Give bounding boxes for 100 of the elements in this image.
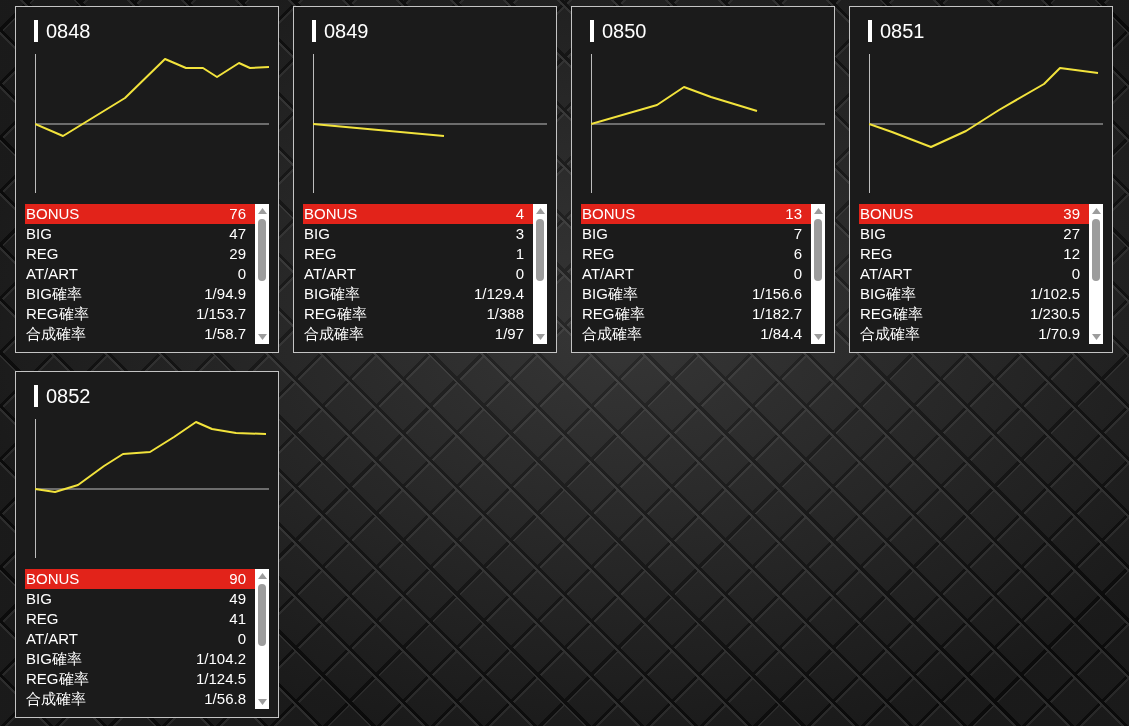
stat-row[interactable]: REG確率 1/182.7 bbox=[581, 304, 811, 324]
stat-label: REG bbox=[25, 244, 59, 264]
stat-row[interactable]: REG確率 1/153.7 bbox=[25, 304, 255, 324]
scrollbar-thumb[interactable] bbox=[536, 219, 544, 281]
card-title: 0851 bbox=[880, 20, 925, 42]
scrollbar-thumb[interactable] bbox=[1092, 219, 1100, 281]
stat-value: 1/58.7 bbox=[204, 324, 247, 344]
scrollbar[interactable] bbox=[1089, 204, 1103, 344]
stat-value: 1/84.4 bbox=[760, 324, 803, 344]
stat-label: 合成確率 bbox=[859, 324, 920, 344]
stat-row[interactable]: REG 12 bbox=[859, 244, 1089, 264]
stat-row[interactable]: BIG確率 1/94.9 bbox=[25, 284, 255, 304]
stat-row[interactable]: BIG 27 bbox=[859, 224, 1089, 244]
scroll-down-icon[interactable] bbox=[535, 334, 545, 340]
stat-label: AT/ART bbox=[25, 264, 78, 284]
stat-label: 合成確率 bbox=[25, 324, 86, 344]
scroll-down-icon[interactable] bbox=[813, 334, 823, 340]
stat-row[interactable]: BONUS 13 bbox=[581, 204, 811, 224]
scroll-down-icon[interactable] bbox=[257, 334, 267, 340]
stat-row[interactable]: BIG 7 bbox=[581, 224, 811, 244]
stat-value: 0 bbox=[237, 264, 247, 284]
stat-value: 1/56.8 bbox=[204, 689, 247, 709]
stat-value: 1/153.7 bbox=[195, 304, 247, 324]
stat-row[interactable]: BIG確率 1/104.2 bbox=[25, 649, 255, 669]
stat-value: 13 bbox=[785, 204, 803, 224]
stat-row[interactable]: REG 29 bbox=[25, 244, 255, 264]
scroll-down-icon[interactable] bbox=[257, 699, 267, 705]
stat-row[interactable]: BONUS 90 bbox=[25, 569, 255, 589]
stat-row[interactable]: BIG 3 bbox=[303, 224, 533, 244]
stat-row[interactable]: AT/ART 0 bbox=[859, 264, 1089, 284]
stat-row[interactable]: REG確率 1/230.5 bbox=[859, 304, 1089, 324]
stat-value: 0 bbox=[793, 264, 803, 284]
stat-value: 1/182.7 bbox=[751, 304, 803, 324]
stat-row[interactable]: BIG確率 1/129.4 bbox=[303, 284, 533, 304]
stat-row[interactable]: BIG 49 bbox=[25, 589, 255, 609]
stat-label: REG確率 bbox=[581, 304, 645, 324]
stat-label: REG bbox=[859, 244, 893, 264]
stat-value: 0 bbox=[1071, 264, 1081, 284]
stat-label: BONUS bbox=[25, 204, 80, 224]
stat-row[interactable]: BIG確率 1/156.6 bbox=[581, 284, 811, 304]
scroll-up-icon[interactable] bbox=[257, 208, 267, 214]
stat-label: REG bbox=[581, 244, 615, 264]
stat-label: BIG bbox=[859, 224, 886, 244]
stat-row[interactable]: BIG 47 bbox=[25, 224, 255, 244]
stat-value: 27 bbox=[1063, 224, 1081, 244]
stat-row[interactable]: AT/ART 0 bbox=[25, 264, 255, 284]
stat-row[interactable]: REG確率 1/388 bbox=[303, 304, 533, 324]
scrollbar[interactable] bbox=[811, 204, 825, 344]
stat-label: BIG確率 bbox=[581, 284, 638, 304]
scrollbar[interactable] bbox=[255, 204, 269, 344]
stat-value: 7 bbox=[793, 224, 803, 244]
stat-label: BONUS bbox=[581, 204, 636, 224]
stat-label: 合成確率 bbox=[25, 689, 86, 709]
scrollbar[interactable] bbox=[533, 204, 547, 344]
scrollbar-thumb[interactable] bbox=[258, 584, 266, 646]
stat-label: BIG確率 bbox=[859, 284, 916, 304]
stat-value: 39 bbox=[1063, 204, 1081, 224]
stat-row[interactable]: BIG確率 1/102.5 bbox=[859, 284, 1089, 304]
stat-row[interactable]: 合成確率 1/84.4 bbox=[581, 324, 811, 344]
stat-row[interactable]: 合成確率 1/56.8 bbox=[25, 689, 255, 709]
stat-row[interactable]: 合成確率 1/97 bbox=[303, 324, 533, 344]
stat-row[interactable]: BONUS 39 bbox=[859, 204, 1089, 224]
scrollbar[interactable] bbox=[255, 569, 269, 709]
accent-bar-icon bbox=[868, 20, 872, 42]
scrollbar-thumb[interactable] bbox=[814, 219, 822, 281]
scrollbar-thumb[interactable] bbox=[258, 219, 266, 281]
stat-row[interactable]: REG 41 bbox=[25, 609, 255, 629]
stat-row[interactable]: REG 1 bbox=[303, 244, 533, 264]
stat-label: BIG確率 bbox=[303, 284, 360, 304]
stat-value: 47 bbox=[229, 224, 247, 244]
stat-label: BIG確率 bbox=[25, 284, 82, 304]
scroll-up-icon[interactable] bbox=[257, 573, 267, 579]
stat-row[interactable]: 合成確率 1/58.7 bbox=[25, 324, 255, 344]
scroll-up-icon[interactable] bbox=[1091, 208, 1101, 214]
stat-row[interactable]: REG 6 bbox=[581, 244, 811, 264]
stat-label: BONUS bbox=[303, 204, 358, 224]
stat-value: 76 bbox=[229, 204, 247, 224]
stat-label: BONUS bbox=[859, 204, 914, 224]
stat-label: BIG bbox=[25, 224, 52, 244]
card-title: 0848 bbox=[46, 20, 91, 42]
card-title: 0849 bbox=[324, 20, 369, 42]
stat-label: BIG bbox=[581, 224, 608, 244]
stat-value: 12 bbox=[1063, 244, 1081, 264]
scroll-up-icon[interactable] bbox=[813, 208, 823, 214]
scroll-up-icon[interactable] bbox=[535, 208, 545, 214]
stat-row[interactable]: BONUS 76 bbox=[25, 204, 255, 224]
stat-value: 1/94.9 bbox=[204, 284, 247, 304]
stat-row[interactable]: AT/ART 0 bbox=[25, 629, 255, 649]
stat-row[interactable]: 合成確率 1/70.9 bbox=[859, 324, 1089, 344]
scroll-down-icon[interactable] bbox=[1091, 334, 1101, 340]
stat-value: 6 bbox=[793, 244, 803, 264]
stat-value: 49 bbox=[229, 589, 247, 609]
stat-row[interactable]: BONUS 4 bbox=[303, 204, 533, 224]
stat-row[interactable]: AT/ART 0 bbox=[303, 264, 533, 284]
stat-value: 1 bbox=[515, 244, 525, 264]
stat-label: REG bbox=[303, 244, 337, 264]
stat-value: 1/129.4 bbox=[473, 284, 525, 304]
stat-value: 3 bbox=[515, 224, 525, 244]
stat-row[interactable]: AT/ART 0 bbox=[581, 264, 811, 284]
stat-row[interactable]: REG確率 1/124.5 bbox=[25, 669, 255, 689]
